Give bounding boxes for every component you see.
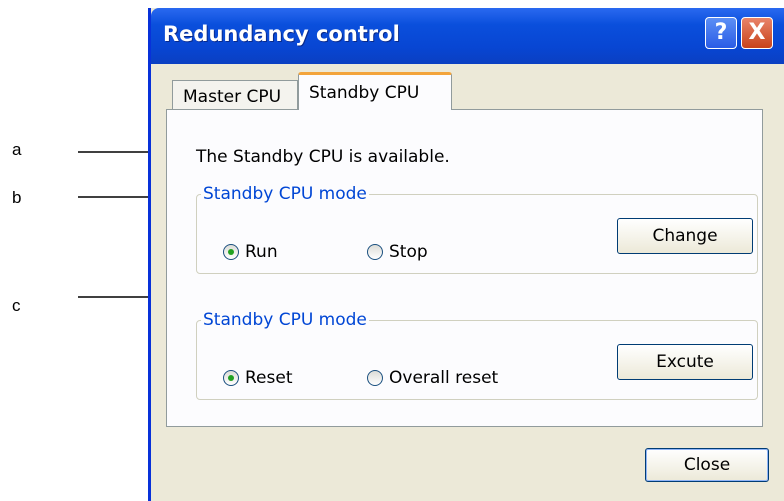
group-legend: Standby CPU mode — [203, 184, 367, 204]
tab-master-cpu[interactable]: Master CPU — [172, 80, 298, 110]
radio-label: Stop — [389, 242, 428, 262]
excute-button[interactable]: Excute — [617, 344, 753, 380]
standby-mode-group: Standby CPU mode Run Stop Change — [196, 184, 758, 274]
radio-run[interactable]: Run — [223, 242, 278, 262]
radio-unchecked-icon[interactable] — [367, 244, 383, 260]
radio-checked-icon[interactable] — [223, 244, 239, 260]
radio-label: Reset — [245, 368, 293, 388]
close-button[interactable]: Close — [645, 448, 769, 482]
radio-unchecked-icon[interactable] — [367, 370, 383, 386]
radio-label: Run — [245, 242, 278, 262]
radio-stop[interactable]: Stop — [367, 242, 428, 262]
help-icon[interactable]: ? — [705, 17, 737, 49]
change-button[interactable]: Change — [617, 218, 753, 254]
window-title: Redundancy control — [163, 22, 400, 46]
reset-mode-group: Standby CPU mode Reset Overall reset Exc… — [196, 310, 758, 400]
radio-overall-reset[interactable]: Overall reset — [367, 368, 498, 388]
title-bar[interactable]: Redundancy control ? X — [151, 8, 784, 64]
close-icon[interactable]: X — [741, 17, 773, 49]
redundancy-control-dialog: Redundancy control ? X Master CPU Standb… — [148, 8, 784, 501]
tab-standby-cpu[interactable]: Standby CPU — [298, 72, 452, 110]
radio-reset[interactable]: Reset — [223, 368, 293, 388]
tab-panel-standby-cpu: The Standby CPU is available. Standby CP… — [166, 109, 763, 427]
status-text: The Standby CPU is available. — [196, 147, 450, 167]
radio-label: Overall reset — [389, 368, 499, 388]
group-legend: Standby CPU mode — [203, 310, 367, 330]
radio-checked-icon[interactable] — [223, 370, 239, 386]
